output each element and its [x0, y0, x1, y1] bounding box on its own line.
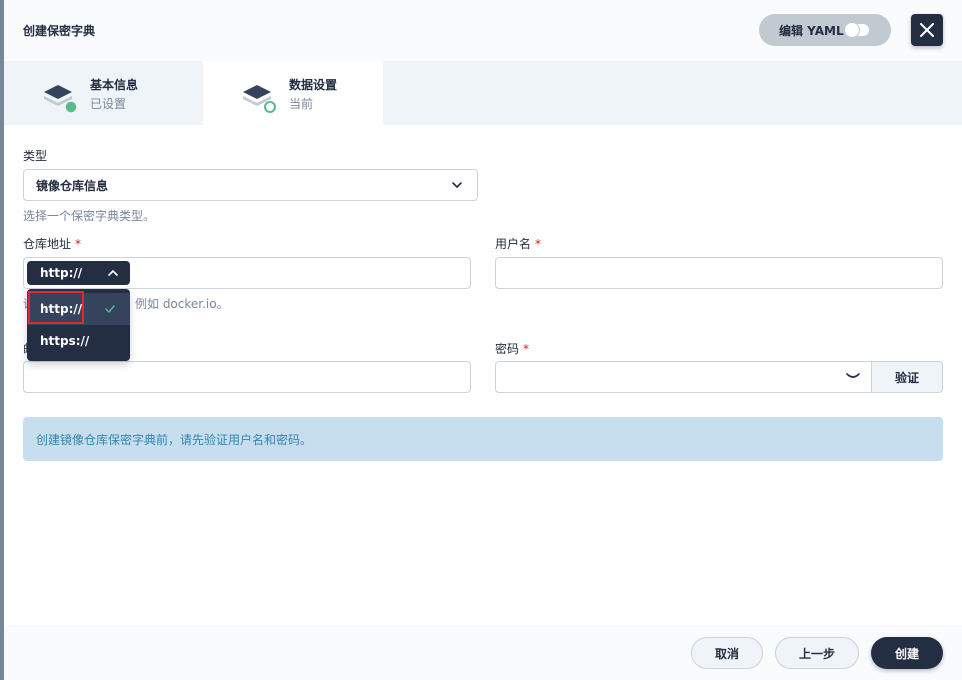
check-icon — [105, 305, 115, 313]
password-label: 密码 * — [495, 342, 530, 356]
chevron-up-icon — [108, 270, 118, 276]
dialog-title: 创建保密字典 — [23, 24, 96, 38]
create-button[interactable]: 创建 — [871, 637, 943, 669]
secret-type-hint: 选择一个保密字典类型。 — [23, 209, 156, 223]
layers-icon — [243, 85, 276, 113]
type-label: 类型 — [23, 149, 48, 163]
step-data-settings[interactable]: 数据设置 当前 — [203, 61, 383, 125]
edit-yaml-toggle[interactable]: 编辑 YAML — [759, 14, 891, 46]
step-status: 已设置 — [90, 97, 127, 111]
create-secret-dialog: 创建保密字典 编辑 YAML 基本信息 已设置 数据设置 当前 类型 镜像仓库信… — [4, 0, 962, 680]
info-alert: 创建镜像仓库保密字典前，请先验证用户名和密码。 — [23, 417, 943, 461]
step-basic-info[interactable]: 基本信息 已设置 — [4, 61, 184, 125]
username-input[interactable] — [495, 257, 943, 289]
close-icon — [920, 23, 934, 37]
highlight-box — [28, 291, 84, 324]
registry-label: 仓库地址 * — [23, 237, 82, 251]
protocol-option-https[interactable]: https:// — [27, 325, 130, 357]
layers-icon — [44, 85, 78, 114]
step-tabs: 基本信息 已设置 数据设置 当前 — [4, 61, 962, 125]
protocol-value: http:// — [40, 266, 83, 280]
previous-step-button[interactable]: 上一步 — [775, 637, 859, 669]
close-button[interactable] — [911, 14, 943, 46]
email-input[interactable] — [23, 361, 471, 393]
registry-hint: 例如 docker.io。 — [135, 297, 229, 311]
toggle-knob — [845, 23, 859, 37]
edit-yaml-label: 编辑 YAML — [779, 23, 844, 38]
step-name: 数据设置 — [289, 78, 338, 92]
chevron-down-icon — [452, 182, 462, 188]
toggle-switch[interactable] — [845, 23, 869, 37]
eye-closed-icon[interactable] — [846, 372, 860, 380]
password-input[interactable] — [495, 361, 872, 393]
verify-button[interactable]: 验证 — [871, 361, 943, 393]
cancel-button[interactable]: 取消 — [691, 637, 763, 669]
dialog-header: 创建保密字典 编辑 YAML — [4, 0, 962, 61]
secret-type-select[interactable]: 镜像仓库信息 — [23, 169, 478, 201]
secret-type-value: 镜像仓库信息 — [36, 178, 109, 193]
step-status: 当前 — [289, 97, 314, 111]
protocol-select[interactable]: http:// — [27, 261, 130, 285]
dialog-footer: 取消 上一步 创建 — [4, 625, 962, 680]
username-label: 用户名 * — [495, 237, 542, 251]
step-name: 基本信息 — [90, 78, 139, 92]
